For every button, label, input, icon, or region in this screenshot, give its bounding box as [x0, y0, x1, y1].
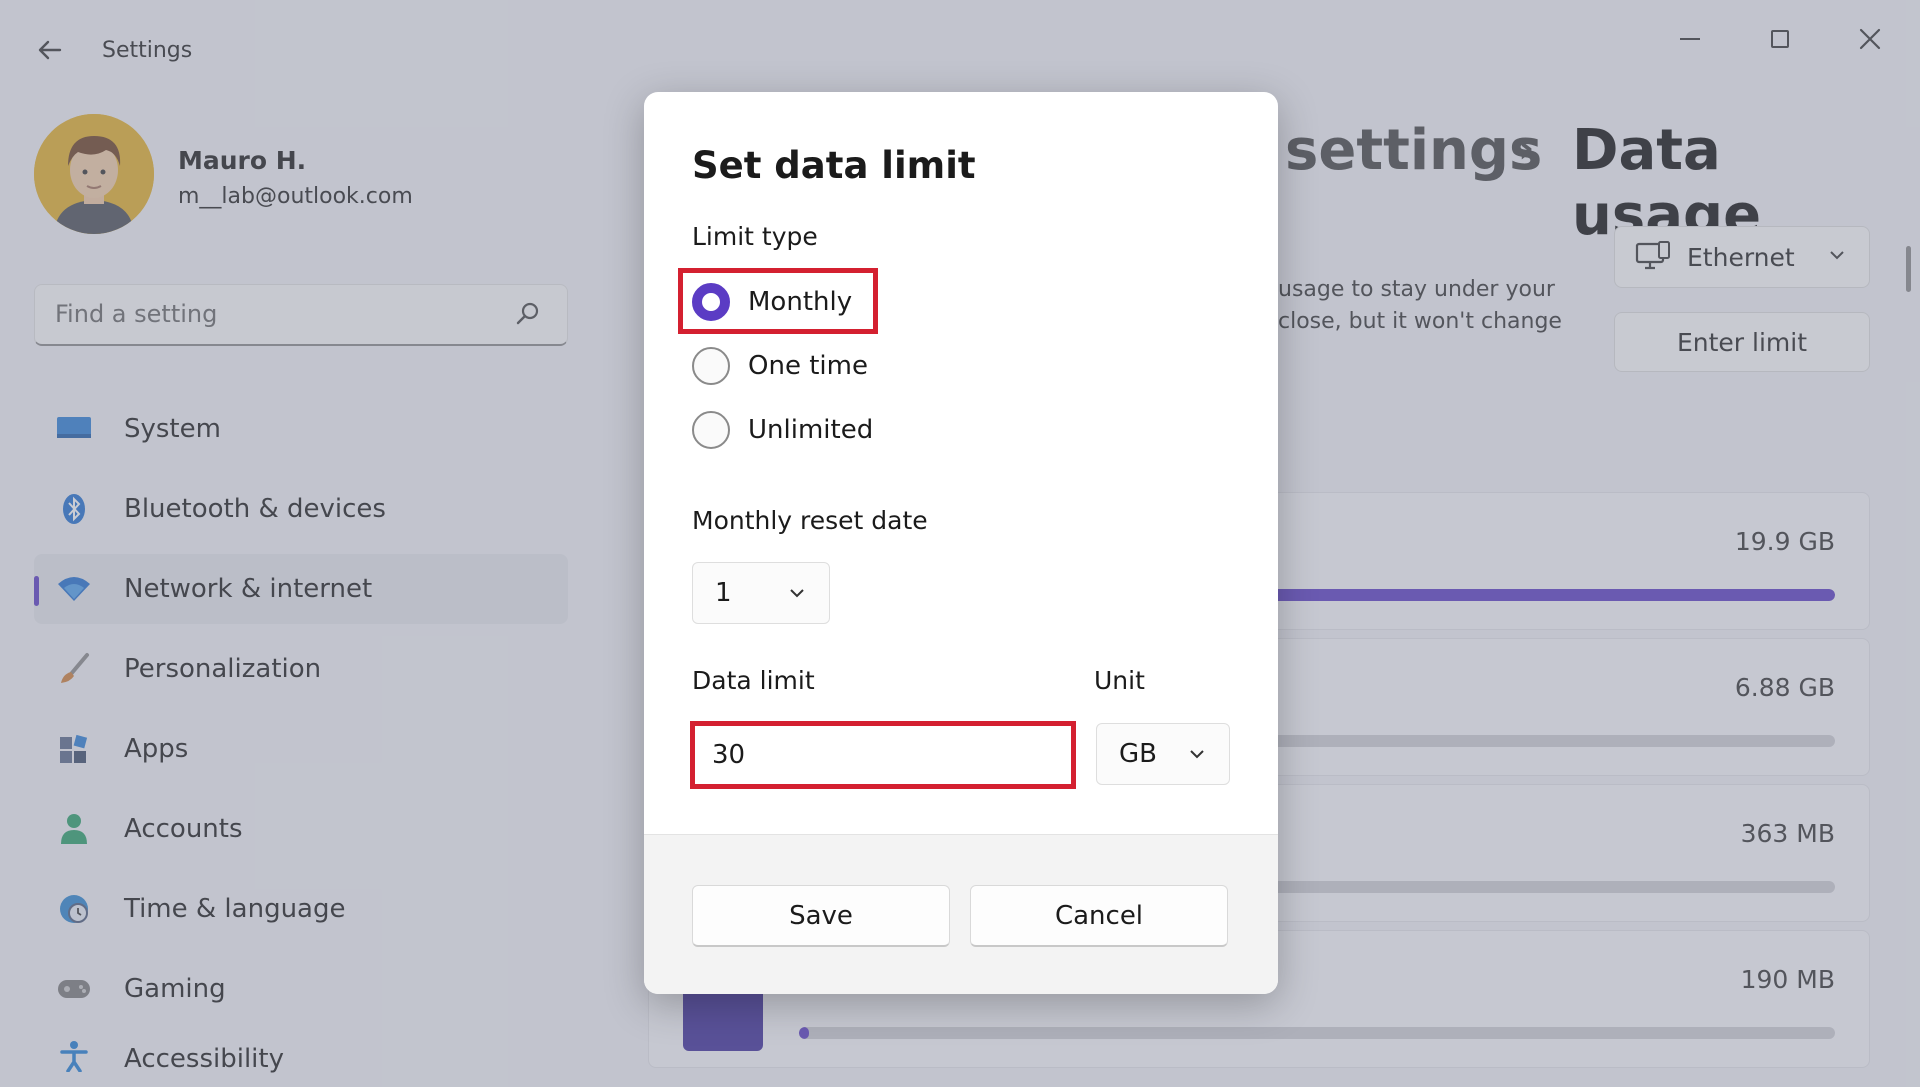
chevron-down-icon [1190, 750, 1204, 759]
data-limit-label: Data limit [692, 666, 815, 695]
radio-unchecked-icon[interactable] [692, 411, 730, 449]
radio-label: One time [748, 351, 868, 381]
reset-date-label: Monthly reset date [692, 506, 928, 535]
unit-value: GB [1119, 739, 1157, 769]
radio-one-time[interactable]: One time [692, 342, 868, 390]
dialog-title: Set data limit [692, 144, 976, 187]
highlight-box [690, 721, 1076, 789]
radio-label: Unlimited [748, 415, 874, 445]
cancel-button[interactable]: Cancel [970, 885, 1228, 947]
limit-type-label: Limit type [692, 222, 818, 251]
dialog-footer: Save Cancel [644, 834, 1278, 994]
unit-label: Unit [1094, 666, 1145, 695]
highlight-box [678, 268, 878, 334]
radio-unchecked-icon[interactable] [692, 347, 730, 385]
reset-date-value: 1 [715, 578, 732, 608]
save-button[interactable]: Save [692, 885, 950, 947]
set-data-limit-dialog: Set data limit Limit type Monthly One ti… [644, 92, 1278, 994]
radio-unlimited[interactable]: Unlimited [692, 406, 873, 454]
chevron-down-icon [790, 589, 804, 598]
unit-select[interactable]: GB [1096, 723, 1230, 785]
reset-date-select[interactable]: 1 [692, 562, 830, 624]
